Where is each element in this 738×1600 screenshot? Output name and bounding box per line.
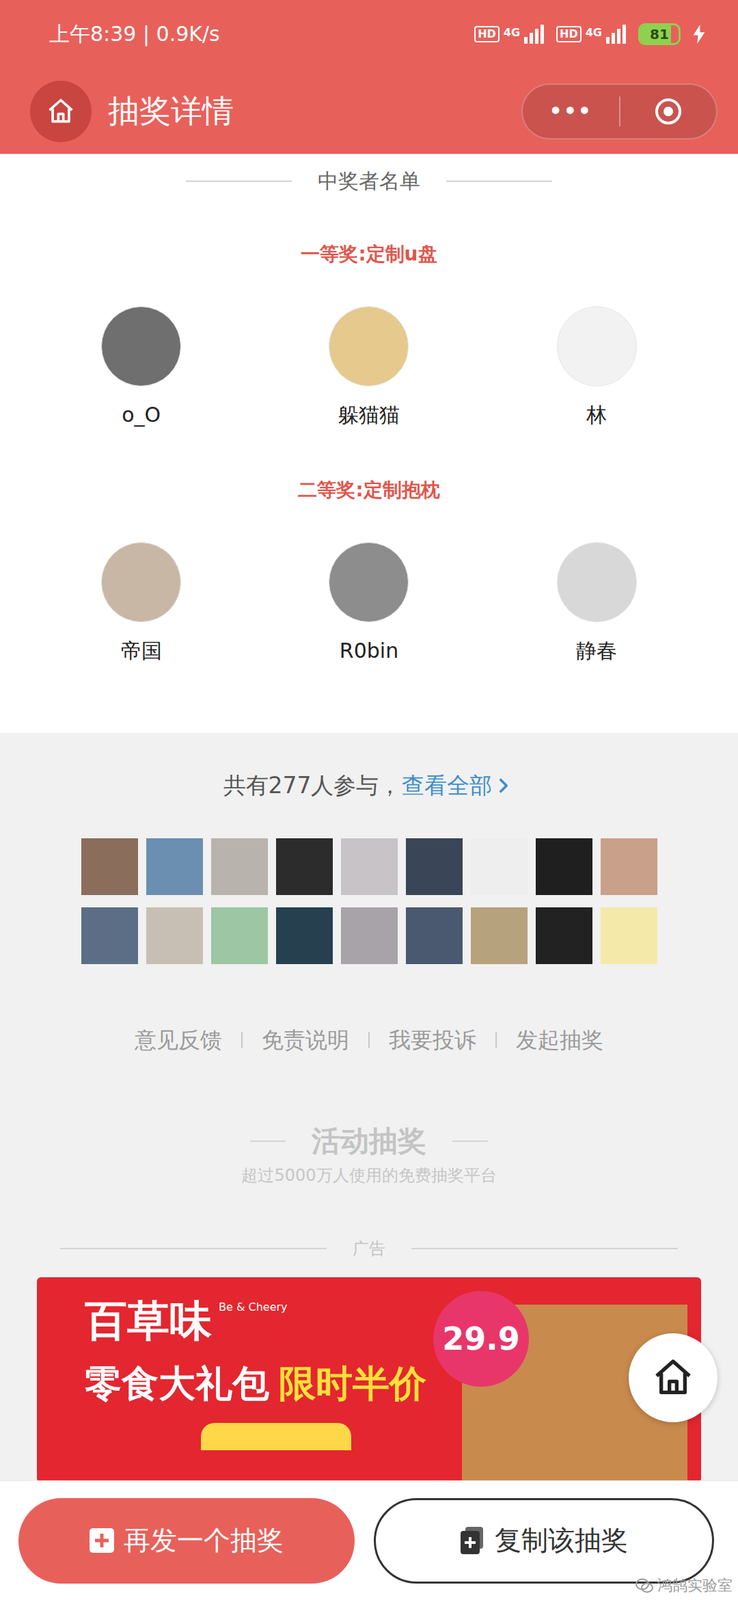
participant-avatar[interactable] [276,906,333,964]
winner[interactable]: 静春 [483,541,711,665]
winner-avatar [328,306,409,387]
ad-banner[interactable]: 百草味Be & Cheery 零食大礼包限时半价29.9 [36,1276,702,1480]
participant-avatar[interactable] [405,906,463,964]
charging-icon [692,24,706,44]
hd-badge: HD [556,25,582,43]
participant-avatar[interactable] [276,837,333,895]
participant-avatar[interactable] [535,906,593,964]
status-indicators: HD4GHD4G81 [474,23,706,46]
footer-link[interactable]: 意见反馈 [134,1023,223,1056]
winner[interactable]: 林 [483,306,711,429]
winner[interactable]: 帝国 [27,541,255,665]
bottom-action-bar: 再发一个抽奖复制该抽奖 [0,1479,738,1599]
winner-name: R0bin [339,636,399,665]
brand-title: 活动抽奖 [0,1122,738,1160]
participant-avatars [81,837,658,964]
page-title: 抽奖详情 [107,90,522,133]
ad-brand: 百草味Be & Cheery [84,1296,462,1344]
participants-section: 共有277人参与，查看全部意见反馈 免责说明 我要投诉 发起抽奖活动抽奖超过5000万… [0,732,738,1480]
status-bar: 上午8:39 | 0.9K/sHD4GHD4G81 [0,0,738,69]
winner-name: 帝国 [120,636,162,665]
participant-avatar[interactable] [470,837,528,895]
participant-avatar[interactable] [405,837,463,895]
winner-name: o_O [121,401,161,429]
nav-header: 抽奖详情••• [0,68,738,154]
footer-links: 意见反馈 免责说明 我要投诉 发起抽奖 [134,1023,604,1056]
ad-price: 29.9 [433,1290,529,1386]
participants-summary: 共有277人参与，查看全部 [223,769,516,801]
signal-icon [606,24,626,44]
lottery-detail-page: 上午8:39 | 0.9K/sHD4GHD4G81抽奖详情•••中奖者名单一等奖… [0,0,738,1599]
winner-avatar [556,541,637,622]
footer-link[interactable]: 我要投诉 [388,1023,477,1056]
participant-avatar[interactable] [146,837,203,895]
home-button[interactable] [30,80,92,143]
link-separator [241,1031,243,1048]
target-icon [653,96,684,127]
winner[interactable]: 躲猫猫 [254,306,483,429]
battery-icon: 81 [638,23,681,46]
participant-avatar[interactable] [340,837,398,895]
footer-link[interactable]: 免责说明 [261,1023,350,1056]
link-separator [495,1031,497,1048]
participant-avatar[interactable] [340,906,398,964]
network-type: 4G [503,25,521,39]
wechat-icon [635,1577,654,1593]
winners-title: 中奖者名单 [27,167,711,195]
chevron-right-icon [492,773,516,797]
brand-subtitle: 超过5000万人使用的免费抽奖平台 [241,1162,497,1187]
winner-grid: 帝国 R0bin 静春 [27,541,711,665]
watermark: 鸿鹄实验室 [635,1574,733,1595]
winner-name: 静春 [576,636,618,665]
copy-lottery-button[interactable]: 复制该抽奖 [373,1497,715,1583]
link-separator [368,1031,370,1048]
winner-avatar [328,541,409,622]
sim-signal: HD4G [556,24,626,44]
winner-avatar [101,306,182,387]
participant-avatar[interactable] [600,837,658,895]
winner-avatar [556,306,637,387]
participant-avatar[interactable] [600,906,658,964]
winner-avatar [101,541,182,622]
network-type: 4G [585,25,603,39]
plus-square-icon [89,1527,115,1552]
more-button[interactable]: ••• [522,99,620,123]
close-button[interactable] [620,96,717,127]
home-icon [651,1355,695,1399]
capsule-divider [619,96,621,127]
ad-headline: 零食大礼包限时半价 [84,1361,462,1406]
home-icon [45,96,76,127]
winner-name: 林 [586,401,607,429]
winner[interactable]: o_O [27,306,255,429]
footer-link[interactable]: 发起抽奖 [515,1023,604,1056]
view-all-link[interactable]: 查看全部 [401,769,516,801]
copy-icon [460,1525,486,1554]
participant-avatar[interactable] [211,906,268,964]
floating-home-button[interactable] [628,1332,718,1422]
ad-button[interactable] [200,1422,352,1450]
participant-avatar[interactable] [146,906,203,964]
hd-badge: HD [474,25,500,43]
battery-level: 81 [649,25,669,43]
new-lottery-button[interactable]: 再发一个抽奖 [18,1497,355,1583]
prize-label: 一等奖:定制u盘 [300,240,437,268]
status-time: 上午8:39 | 0.9K/s [49,20,221,49]
mini-program-capsule: ••• [521,83,718,140]
winner-grid: o_O 躲猫猫 林 [27,306,711,429]
prize-label: 二等奖:定制抱枕 [297,476,440,504]
winner[interactable]: R0bin [254,541,483,665]
signal-icon [524,24,544,44]
winner-name: 躲猫猫 [338,401,400,429]
participant-avatar[interactable] [211,837,268,895]
winners-section: 中奖者名单一等奖:定制u盘 o_O 躲猫猫 林二等奖:定制抱枕帝国 R0bin 静春 [0,153,738,733]
ad-label: 广告 [0,1237,738,1259]
content-area: 中奖者名单一等奖:定制u盘 o_O 躲猫猫 林二等奖:定制抱枕帝国 R0bin 静春共有2… [0,153,738,1480]
participant-avatar[interactable] [81,837,139,895]
participant-avatar[interactable] [535,837,593,895]
participant-avatar[interactable] [470,906,528,964]
participant-avatar[interactable] [81,906,139,964]
sim-signal: HD4G [474,24,544,44]
